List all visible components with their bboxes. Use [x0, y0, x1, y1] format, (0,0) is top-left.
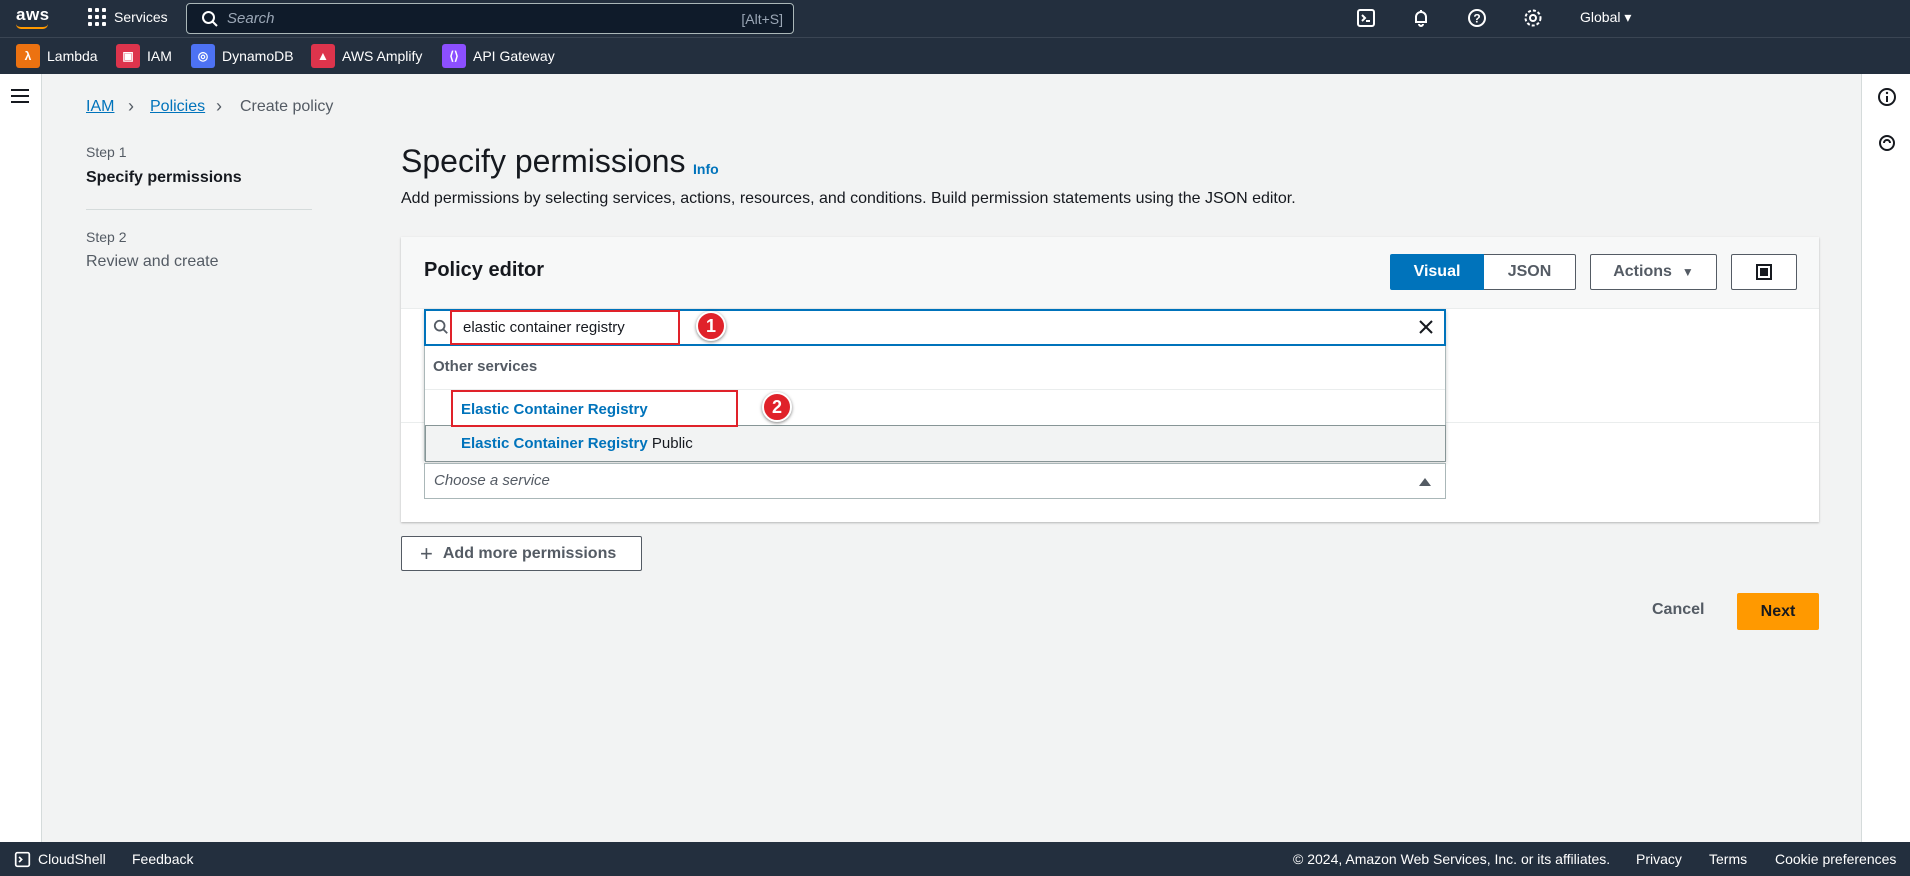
favorite-amplify[interactable]: ▲ AWS Amplify — [311, 44, 422, 68]
dropdown-group-label: Other services — [433, 358, 538, 375]
cookie-preferences-link[interactable]: Cookie preferences — [1775, 851, 1896, 867]
cloudshell-icon — [14, 851, 31, 868]
actions-dropdown-button[interactable]: Actions ▼ — [1590, 254, 1717, 290]
iam-icon: ▣ — [116, 44, 140, 68]
favorite-lambda[interactable]: λ Lambda — [16, 44, 98, 68]
global-search-input[interactable]: Search [Alt+S] — [186, 3, 794, 34]
amplify-icon: ▲ — [311, 44, 335, 68]
help-icon[interactable]: ? — [1467, 8, 1487, 28]
favorites-bar: λ Lambda ▣ IAM ◎ DynamoDB ▲ AWS Amplify ⟨⟩ AP… — [0, 37, 1910, 74]
caret-up-icon — [1419, 478, 1431, 486]
lambda-icon: λ — [16, 44, 40, 68]
json-tab-button[interactable]: JSON — [1484, 254, 1576, 290]
notifications-bell-icon[interactable] — [1411, 8, 1431, 28]
step-2-label: Review and create — [86, 253, 219, 270]
search-placeholder: Search — [227, 10, 275, 27]
aws-logo[interactable]: aws — [16, 5, 50, 25]
step-1-number: Step 1 — [86, 144, 127, 160]
services-menu-button[interactable]: Services — [88, 8, 168, 26]
annotation-badge-1: 1 — [696, 311, 726, 341]
breadcrumb-link[interactable]: IAM — [86, 98, 114, 115]
cancel-button[interactable]: Cancel — [1652, 601, 1704, 619]
favorite-label: DynamoDB — [222, 48, 294, 64]
breadcrumb-policies[interactable]: Policies — [150, 98, 205, 116]
fullscreen-icon — [1756, 264, 1772, 280]
favorite-dynamodb[interactable]: ◎ DynamoDB — [191, 44, 294, 68]
side-navigation-rail — [0, 74, 42, 842]
chevron-right-icon: › — [128, 96, 134, 116]
aws-logo-smile — [16, 24, 48, 29]
search-shortcut: [Alt+S] — [741, 11, 783, 27]
breadcrumb-current: Create policy — [240, 98, 334, 115]
choose-service-select[interactable]: Choose a service — [424, 463, 1446, 499]
footer: CloudShell Feedback © 2024, Amazon Web S… — [0, 842, 1910, 876]
menu-hamburger-icon[interactable] — [11, 89, 29, 107]
settings-gear-icon[interactable] — [1523, 8, 1543, 28]
caret-down-icon: ▼ — [1681, 265, 1694, 279]
privacy-link[interactable]: Privacy — [1636, 851, 1682, 867]
annotation-badge-2: 2 — [762, 392, 792, 422]
breadcrumb-iam[interactable]: IAM — [86, 98, 114, 116]
favorite-label: AWS Amplify — [342, 48, 423, 64]
dynamodb-icon: ◎ — [191, 44, 215, 68]
cloudshell-icon[interactable] — [1356, 8, 1376, 28]
feedback-link[interactable]: Feedback — [132, 851, 193, 867]
close-icon[interactable] — [1416, 317, 1436, 337]
option-highlight: Elastic Container Registry — [461, 435, 648, 452]
favorite-api-gateway[interactable]: ⟨⟩ API Gateway — [442, 44, 555, 68]
search-icon — [433, 319, 448, 334]
favorite-label: IAM — [147, 48, 172, 64]
grid-icon — [88, 8, 106, 26]
breadcrumb-link[interactable]: Policies — [150, 98, 205, 115]
favorite-iam[interactable]: ▣ IAM — [116, 44, 172, 68]
step-divider — [86, 209, 312, 210]
page-title: Specify permissions — [401, 143, 686, 179]
info-link[interactable]: Info — [693, 161, 719, 177]
services-label: Services — [114, 9, 168, 25]
svg-text:?: ? — [1473, 12, 1480, 26]
policy-editor-header: Policy editor Visual JSON Actions ▼ — [401, 237, 1819, 309]
search-icon — [202, 11, 218, 27]
annotation-box-1 — [450, 310, 680, 345]
next-button[interactable]: Next — [1737, 593, 1819, 630]
visual-tab-button[interactable]: Visual — [1390, 254, 1484, 290]
tools-rail — [1861, 74, 1910, 842]
api-gateway-icon: ⟨⟩ — [442, 44, 466, 68]
chevron-right-icon: › — [216, 96, 222, 116]
policy-editor-title: Policy editor — [424, 259, 545, 281]
add-more-permissions-button[interactable]: + Add more permissions — [401, 536, 642, 571]
annotation-box-2 — [451, 390, 738, 427]
region-label: Global — [1580, 9, 1621, 25]
step-2-number: Step 2 — [86, 229, 127, 245]
option-rest: Public — [647, 435, 693, 452]
choose-service-placeholder: Choose a service — [434, 472, 550, 489]
region-selector[interactable]: Global ▾ — [1580, 9, 1631, 26]
add-more-label: Add more permissions — [442, 544, 617, 562]
copyright-text: © 2024, Amazon Web Services, Inc. or its… — [1293, 851, 1611, 867]
option-elastic-container-registry-public[interactable]: Elastic Container Registry Public — [461, 435, 693, 452]
page-description: Add permissions by selecting services, a… — [401, 190, 1296, 207]
favorite-label: API Gateway — [473, 48, 555, 64]
actions-label: Actions — [1613, 263, 1672, 280]
top-navigation: aws Services Search [Alt+S] ? Global ▾ — [0, 0, 1910, 37]
favorite-label: Lambda — [47, 48, 98, 64]
terms-link[interactable]: Terms — [1709, 851, 1747, 867]
cloud-feedback-icon[interactable] — [1877, 133, 1897, 153]
info-circle-icon[interactable] — [1877, 87, 1897, 107]
fullscreen-button[interactable] — [1731, 254, 1797, 290]
cloudshell-link[interactable]: CloudShell — [38, 851, 106, 867]
step-1-label[interactable]: Specify permissions — [86, 169, 242, 187]
plus-icon: + — [420, 540, 433, 566]
